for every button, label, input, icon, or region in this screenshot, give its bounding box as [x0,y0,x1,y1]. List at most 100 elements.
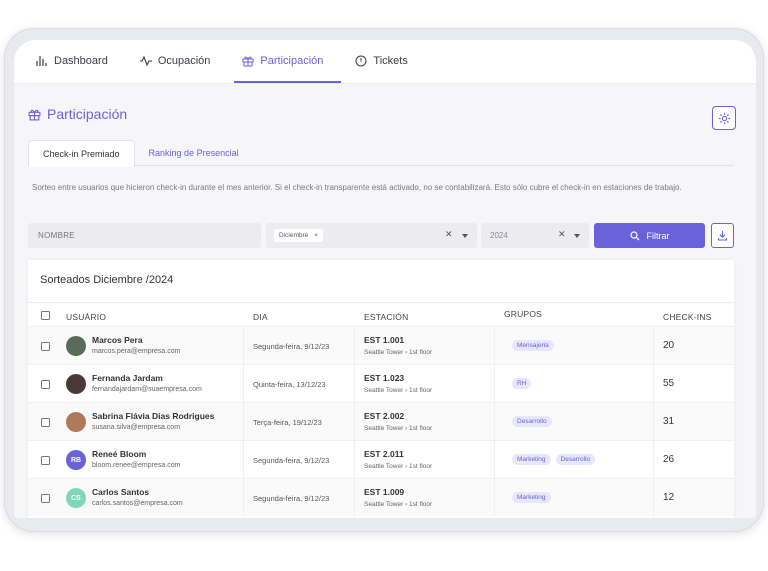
user-name: Carlos Santos [92,487,150,497]
column-checkins: CHECK-INS [663,312,712,322]
cell-divider [653,365,654,403]
month-select[interactable]: Diciembre × ✕ [266,223,477,248]
group-tag: Desarrollo [512,416,552,427]
table-row[interactable]: CS Carlos Santos carlos.santos@empresa.c… [28,478,734,517]
activity-icon [139,55,152,67]
gift-icon [242,56,254,67]
table-row[interactable]: RB Reneé Bloom bloom.renee@empresa.com S… [28,440,734,479]
cell-divider [354,365,355,403]
chevron-down-icon[interactable] [574,234,580,238]
select-all-checkbox[interactable] [41,311,50,320]
user-email: carlos.santos@empresa.com [92,500,183,507]
user-name: Fernanda Jardam [92,373,163,383]
avatar: CS [66,488,86,508]
cell-divider [243,327,244,365]
station-location: Seattle Tower › 1st floor [364,425,433,432]
table-row[interactable]: Fernanda Jardam fernandajardam@suaempres… [28,364,734,403]
user-email: susana.silva@empresa.com [92,424,181,431]
subtab-ranking-presencial[interactable]: Ranking de Presencial [135,140,253,165]
row-checkbox[interactable] [41,494,50,503]
group-tag: Desarrollo [555,454,596,465]
user-name: Reneé Bloom [92,449,147,459]
tab-participacion[interactable]: Participación [234,40,342,83]
row-checkbox[interactable] [41,342,50,351]
station-code: EST 2.011 [364,449,404,459]
filter-bar: Diciembre × ✕ 2024 ✕ Filtrar [28,223,734,248]
column-day: DIA [253,312,268,322]
user-email: marcos.pera@empresa.com [92,348,181,355]
group-tag: Marketing [512,454,551,465]
tab-label: Tickets [373,55,408,67]
gear-icon [718,112,730,124]
tab-tickets[interactable]: Tickets [355,40,425,83]
filter-button[interactable]: Filtrar [594,223,705,248]
group-tags: Marketing Desarrollo [512,454,596,465]
year-select[interactable]: 2024 ✕ [481,223,589,248]
cell-divider [354,403,355,441]
month-chip-label: Diciembre [279,232,309,239]
group-tags: Marketing [512,492,551,503]
checkin-day: Segunda-feira, 9/12/23 [253,342,330,351]
checkin-day: Segunda-feira, 9/12/23 [253,494,330,503]
checkin-day: Segunda-feira, 9/12/23 [253,456,330,465]
group-tag: Marketing [512,492,551,503]
clear-icon[interactable]: ✕ [445,229,453,240]
settings-button[interactable] [712,106,736,130]
station-code: EST 1.023 [364,373,405,383]
cell-divider [494,441,495,479]
tab-ocupacion[interactable]: Ocupación [139,40,229,83]
download-icon [717,231,728,241]
cell-divider [653,441,654,479]
user-email: bloom.renee@empresa.com [92,462,181,469]
column-groups: GRUPOS [504,309,543,319]
name-input[interactable] [28,223,261,248]
checkin-day: Terça-feira, 19/12/23 [253,418,322,427]
subtab-check-in-premiado[interactable]: Check-in Premiado [28,140,135,167]
month-chip[interactable]: Diciembre × [274,229,324,242]
group-tag: RH [512,378,532,389]
avatar [66,412,86,432]
table-header: USUÁRIO DIA ESTACIÓN GRUPOS CHECK-INS [28,302,734,326]
table-row[interactable]: Sabrina Flávia Dias Rodrigues susana.sil… [28,402,734,441]
row-checkbox[interactable] [41,418,50,427]
checkins-count: 26 [663,454,675,465]
column-user: USUÁRIO [66,312,107,322]
station-location: Seattle Tower › 1st floor [364,501,433,508]
group-tags: RH [512,378,532,389]
tab-label: Participación [260,55,324,67]
clock-icon [355,55,367,67]
checkins-count: 55 [663,378,675,389]
row-checkbox[interactable] [41,456,50,465]
cell-divider [494,365,495,403]
clear-icon[interactable]: ✕ [558,229,566,240]
group-tag: Mensajeria [512,340,554,351]
cell-divider [243,403,244,441]
cell-divider [243,479,244,517]
page-title: Participación [28,106,127,122]
station-code: EST 1.001 [364,335,405,345]
row-checkbox[interactable] [41,380,50,389]
download-button[interactable] [711,223,734,248]
cell-divider [354,327,355,365]
tab-dashboard[interactable]: Dashboard [36,40,126,83]
cell-divider [653,327,654,365]
avatar-initials: CS [71,494,81,502]
avatar: RB [66,450,86,470]
chevron-down-icon[interactable] [462,234,468,238]
avatar [66,374,86,394]
top-navigation: Dashboard Ocupación Participación Ticket… [14,40,756,84]
column-station: ESTACIÓN [364,312,409,322]
station-code: EST 1.009 [364,487,405,497]
chip-remove-icon[interactable]: × [314,232,318,239]
filter-button-label: Filtrar [646,230,670,241]
table-row[interactable]: Marcos Pera marcos.pera@empresa.com Segu… [28,326,734,365]
checkins-count: 20 [663,340,675,351]
table-title: Sorteados Diciembre /2024 [40,274,174,286]
tab-label: Dashboard [54,55,108,67]
station-location: Seattle Tower › 1st floor [364,463,433,470]
winners-table-card: Sorteados Diciembre /2024 USUÁRIO DIA ES… [28,260,734,518]
user-email: fernandajardam@suaempresa.com [92,386,202,393]
user-name: Sabrina Flávia Dias Rodrigues [92,411,215,421]
group-tags: Mensajeria [512,340,554,351]
cell-divider [354,479,355,517]
